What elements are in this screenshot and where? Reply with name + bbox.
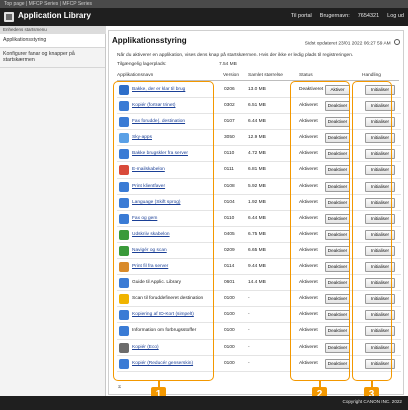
portal-link[interactable]: Til portal [291,13,312,19]
app-version: 0114 [224,264,235,270]
description: Når du aktiverer en applikation, vises d… [117,53,354,58]
sidebar: Applikationsstyring Konfigurer fanar og … [0,34,106,396]
app-size: 6.44 MB [248,215,266,221]
callout-frame-status [290,81,350,381]
copyright: Copyright CANON INC. 2022 [342,399,403,404]
app-version: 3050 [224,135,235,141]
logout-link[interactable]: Log ud [387,13,404,19]
available-storage-label: Tilgængelig lagerplads: [117,62,167,67]
app-version: 0111 [224,167,234,173]
username-value: 7654321 [357,13,380,19]
refresh-icon[interactable] [394,39,400,45]
app-version: 0108 [224,183,235,189]
app-size: 12.9 MB [248,135,266,141]
app-size: 1.92 MB [248,199,266,205]
footer: Copyright CANON INC. 2022 [0,396,408,410]
app-version: 0209 [224,247,235,253]
app-size: 9.44 MB [248,264,266,270]
app-version: 0110 [224,215,235,221]
breadcrumb[interactable]: Enhedens startsmenu [0,26,106,34]
sidebar-item-configure-tabs[interactable]: Konfigurer fanar og knapper på startskær… [0,48,105,68]
app-size: 5.92 MB [248,183,266,189]
app-version: 0100 [224,344,235,350]
col-status: Status [299,73,313,78]
col-size: Samlet størrelse [248,73,283,78]
app-version: 0104 [224,199,235,205]
app-version: 0100 [224,328,235,334]
app-version: 0302 [224,103,235,109]
available-storage: Tilgængelig lagerplads: 7.54 MB [117,62,237,67]
app-version: 0100 [224,296,235,302]
app-size: - [248,328,250,334]
browser-strip-text: Top page | MFCP Series | MFCP Series [4,1,93,7]
app-version: 0405 [224,231,235,237]
app-size: 6.81 MB [248,167,266,173]
col-version: Version [223,73,239,78]
callout-frame-app-names [113,81,214,381]
col-action: Handling [362,73,381,78]
app-size: 13.0 MB [248,87,266,92]
callout-frame-action [352,81,392,381]
username-label: Brugernavn: [319,13,350,19]
col-app-name: Applikationsnavn [117,73,154,78]
app-version: 0601 [224,280,235,286]
app-size: - [248,312,250,318]
app-size: 6.65 MB [248,247,266,253]
app-size: 6.44 MB [248,119,266,125]
app-size: - [248,344,250,350]
app-size: 6.75 MB [248,231,266,237]
browser-strip: Top page | MFCP Series | MFCP Series [0,0,408,8]
last-updated-text: Sidst opdateret 23/01 2022 06:27 59 AM [304,41,391,47]
app-version: 0110 [224,151,235,157]
available-storage-value: 7.54 MB [219,62,237,67]
app-size: - [248,360,250,366]
app-size: - [248,296,250,302]
sidebar-item-app-management[interactable]: Applikationsstyring [0,34,105,48]
app-size: 4.72 MB [248,151,266,157]
app-library-icon [4,12,14,22]
scroll-top-icon[interactable]: ⌅ [117,383,122,390]
app-version: 0107 [224,119,235,125]
page-title: Applikationsstyring [112,36,187,45]
app-header: Application Library Til portal Brugernav… [0,8,408,26]
header-links: Til portal Brugernavn: 7654321 Log ud [291,13,404,19]
app-title: Application Library [18,11,91,20]
page: Top page | MFCP Series | MFCP Series App… [0,0,408,410]
app-version: 0100 [224,360,235,366]
app-version: 0100 [224,312,235,318]
last-updated: Sidst opdateret 23/01 2022 06:27 59 AM [304,39,400,47]
app-version: 0206 [224,87,235,92]
app-size: 14.4 MB [248,280,266,286]
app-size: 6.51 MB [248,103,266,109]
